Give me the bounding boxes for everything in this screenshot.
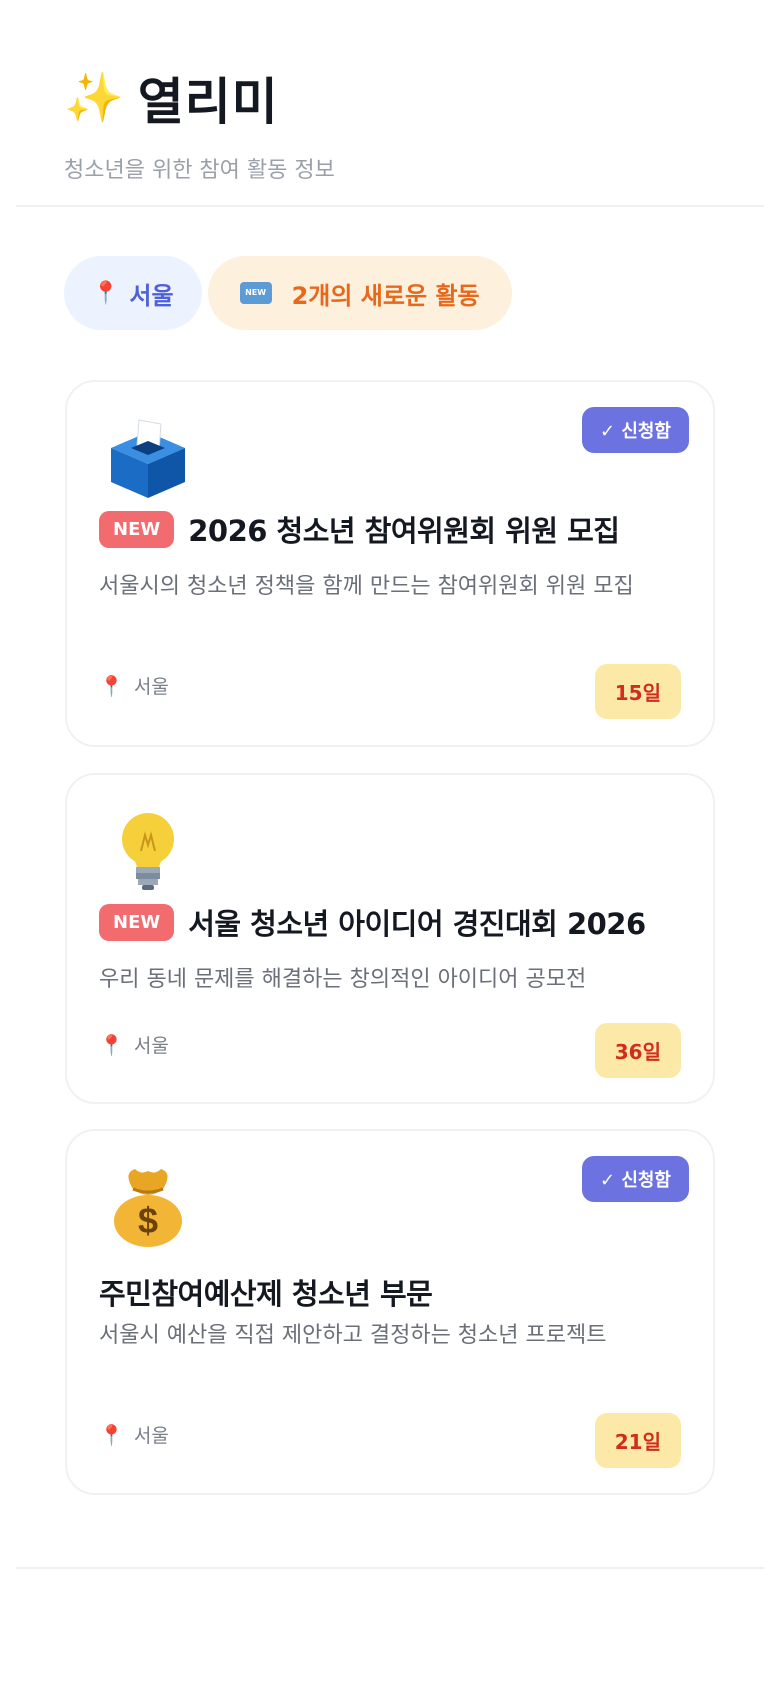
card-description: 우리 동네 문제를 해결하는 창의적인 아이디어 공모전 (99, 967, 587, 992)
card-title: 서울 청소년 아이디어 경진대회 2026 (188, 907, 646, 941)
card-location-label: 서울 (133, 676, 169, 698)
svg-text:$: $ (138, 1200, 158, 1241)
app-header: ✨ 열리미 청소년을 위한 참여 활동 정보 (64, 62, 744, 184)
card-description: 서울시 예산을 직접 제안하고 결정하는 청소년 프로젝트 (99, 1323, 607, 1348)
days-left-badge: 15일 (594, 664, 681, 719)
header-divider (16, 205, 764, 207)
app-subtitle: 청소년을 위한 참여 활동 정보 (64, 158, 335, 183)
app-title: 열리미 (137, 73, 279, 131)
applied-badge: ✓ 신청함 (581, 407, 689, 453)
location-chip-label: 서울 (129, 281, 174, 310)
ballot-box-icon (103, 412, 193, 502)
card-location: 📍 서울 (99, 1031, 169, 1058)
pin-icon: 📍 (92, 280, 120, 306)
new-badge: NEW (99, 510, 175, 548)
footer-divider (16, 1567, 764, 1569)
sparkles-icon: ✨ (64, 70, 124, 126)
card-location-label: 서울 (133, 1035, 169, 1057)
new-activities-chip[interactable]: NEW 2개의 새로운 활동 (207, 256, 512, 330)
new-icon: NEW (239, 282, 272, 304)
activity-card[interactable]: ✓ 신청함 $ 주민참여예산제 청소년 부문 서울시 예산을 직접 제안하고 결… (65, 1129, 715, 1495)
new-badge: NEW (99, 903, 175, 941)
card-title: 주민참여예산제 청소년 부문 (99, 1277, 433, 1311)
card-location: 📍 서울 (99, 1421, 169, 1448)
card-location-label: 서울 (133, 1425, 169, 1447)
card-location: 📍 서울 (99, 672, 169, 699)
applied-badge: ✓ 신청함 (581, 1156, 689, 1202)
days-left-badge: 21일 (594, 1413, 681, 1468)
new-activities-label: 2개의 새로운 활동 (291, 281, 480, 310)
activity-card[interactable]: ✓ 신청함 NEW 2026 청소년 참여위원회 위원 모집 서울시의 청소년 … (65, 380, 715, 747)
light-bulb-icon (103, 805, 193, 895)
filter-chips: 📍 서울 NEW 2개의 새로운 활동 (64, 256, 512, 330)
pin-icon: 📍 (99, 673, 124, 698)
pin-icon: 📍 (99, 1032, 124, 1057)
money-bag-icon: $ (103, 1161, 193, 1251)
days-left-badge: 36일 (594, 1023, 681, 1078)
activity-card[interactable]: NEW 서울 청소년 아이디어 경진대회 2026 우리 동네 문제를 해결하는… (65, 773, 715, 1104)
pin-icon: 📍 (99, 1422, 124, 1447)
location-chip[interactable]: 📍 서울 (64, 256, 202, 330)
card-title: 2026 청소년 참여위원회 위원 모집 (188, 514, 620, 548)
card-description: 서울시의 청소년 정책을 함께 만드는 참여위원회 위원 모집 (99, 574, 634, 599)
